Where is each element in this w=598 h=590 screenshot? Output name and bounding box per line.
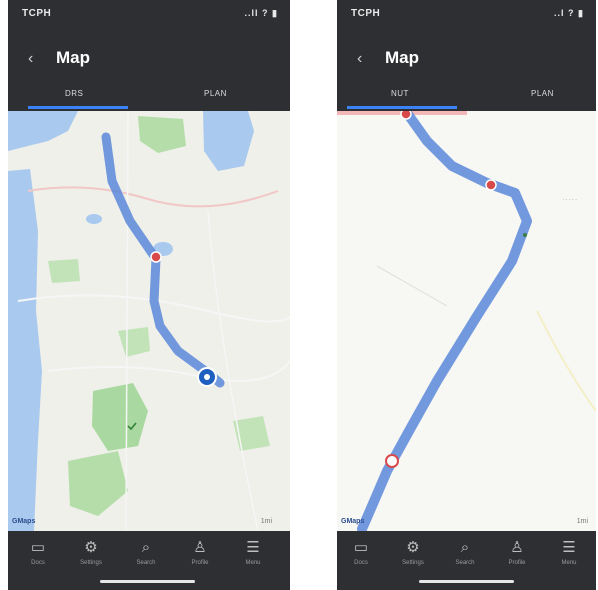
back-chevron-icon[interactable]: ‹ [357, 50, 362, 68]
home-indicator [419, 580, 514, 583]
settings-icon: ⚙ [406, 539, 420, 556]
nav-settings[interactable]: ⚙ Settings [393, 539, 433, 566]
page-title: Map [56, 48, 90, 67]
menu-icon: ☰ [562, 539, 576, 556]
search-icon: ⌕ [141, 539, 151, 556]
nav-profile[interactable]: ♙ Profile [180, 539, 220, 566]
phone-screen-right: TCPH ..l ? ▮ ‹ Map NUT PLAN · · · · · GM… [337, 0, 596, 590]
bottom-nav: ▭ Docs ⚙ Settings ⌕ Search ♙ Profile ☰ M… [8, 531, 290, 590]
nav-search[interactable]: ⌕ Search [126, 539, 166, 566]
map-canvas [337, 111, 596, 531]
person-icon: ♙ [510, 539, 524, 556]
tab-drs[interactable]: DRS [65, 89, 83, 98]
nav-profile[interactable]: ♙ Profile [497, 539, 537, 566]
map-scale: 1mi [576, 518, 588, 525]
map-attribution: GMaps [12, 518, 36, 525]
map-attribution: GMaps [341, 518, 365, 525]
menu-icon: ☰ [246, 539, 260, 556]
tab-plan[interactable]: PLAN [531, 89, 554, 98]
status-time: TCPH [351, 8, 381, 19]
map-scale: 1mi [260, 518, 272, 525]
nav-docs[interactable]: ▭ Docs [341, 539, 381, 566]
map-place-label: · · · · · [563, 197, 577, 203]
page-title: Map [385, 48, 419, 67]
phone-screen-left: TCPH ..ll ? ▮ ‹ Map DRS PLAN GMaps 1mi ▭… [8, 0, 290, 590]
pond [86, 214, 102, 224]
status-time: TCPH [22, 8, 52, 19]
status-icons: ..ll ? ▮ [244, 8, 278, 18]
bottom-nav: ▭ Docs ⚙ Settings ⌕ Search ♙ Profile ☰ M… [337, 531, 596, 590]
waypoint-marker [150, 251, 162, 263]
person-icon: ♙ [193, 539, 207, 556]
settings-icon: ⚙ [84, 539, 98, 556]
app-header: TCPH ..l ? ▮ ‹ Map NUT PLAN [337, 0, 596, 111]
map-view[interactable]: GMaps 1mi [8, 111, 290, 531]
nav-search[interactable]: ⌕ Search [445, 539, 485, 566]
back-chevron-icon[interactable]: ‹ [28, 50, 33, 68]
status-icons: ..l ? ▮ [554, 8, 584, 18]
home-indicator [100, 580, 195, 583]
tab-nut[interactable]: NUT [391, 89, 409, 98]
nav-menu[interactable]: ☰ Menu [233, 539, 273, 566]
document-icon: ▭ [30, 539, 46, 556]
map-view[interactable]: · · · · · GMaps 1mi [337, 111, 596, 531]
document-icon: ▭ [353, 539, 369, 556]
search-icon: ⌕ [460, 539, 470, 556]
nav-settings[interactable]: ⚙ Settings [71, 539, 111, 566]
park-area [48, 259, 80, 283]
waypoint-marker [485, 179, 497, 191]
map-canvas [8, 111, 290, 531]
nav-menu[interactable]: ☰ Menu [549, 539, 589, 566]
nav-docs[interactable]: ▭ Docs [18, 539, 58, 566]
app-header: TCPH ..ll ? ▮ ‹ Map DRS PLAN [8, 0, 290, 111]
waypoint-marker [385, 454, 399, 468]
active-tab-indicator [28, 106, 128, 109]
tab-plan[interactable]: PLAN [204, 89, 227, 98]
active-tab-indicator [347, 106, 457, 109]
waypoint-marker [400, 111, 412, 120]
waypoint-dot [523, 233, 527, 237]
